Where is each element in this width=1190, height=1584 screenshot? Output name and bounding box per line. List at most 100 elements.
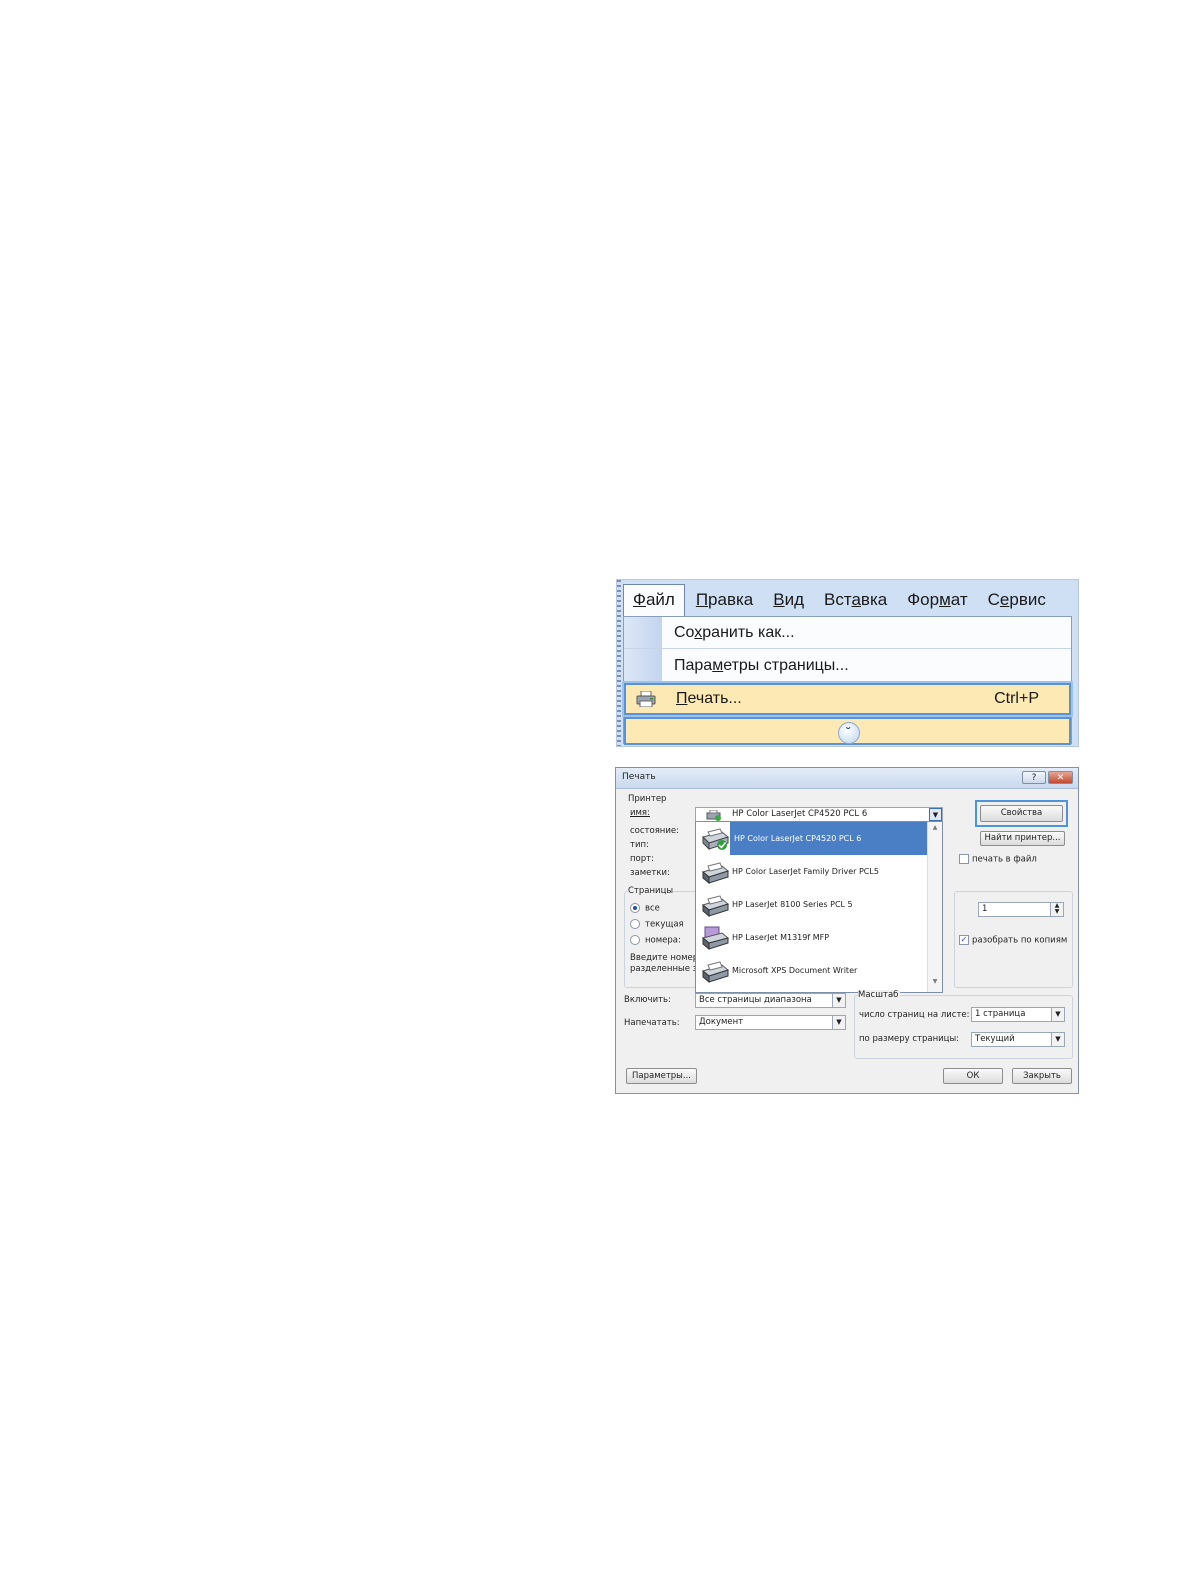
close-button[interactable]: Закрыть — [1012, 1068, 1072, 1084]
scale-to-paper-value: Текущий — [975, 1034, 1015, 1044]
printer-option[interactable]: HP LaserJet M1319f MFP — [696, 921, 928, 954]
include-select[interactable]: Все страницы диапазона ▼ — [695, 993, 846, 1008]
ok-button-label: ОК — [966, 1071, 980, 1081]
print-dialog: Печать ? ✕ Принтер имя: состояние: тип: … — [615, 767, 1079, 1094]
chevron-down-icon[interactable]: ▼ — [1051, 1008, 1064, 1021]
properties-button-label: Свойства — [1000, 808, 1043, 818]
printer-option[interactable]: HP Color LaserJet Family Driver PCL5 — [696, 855, 928, 888]
menu-item-save-as-label: Сохранить как... — [674, 623, 795, 641]
printer-option-label: HP Color LaserJet Family Driver PCL5 — [732, 867, 879, 876]
properties-button[interactable]: Свойства — [980, 805, 1063, 822]
print-to-file-checkbox[interactable]: печать в файл — [959, 854, 1037, 865]
menubar-item-1[interactable]: Правка — [687, 585, 762, 616]
include-value: Все страницы диапазона — [699, 995, 812, 1005]
pages-current-radio[interactable]: текущая — [630, 919, 684, 930]
file-menu-dropdown: Сохранить как... Параметры страницы... П… — [623, 616, 1072, 745]
radio-selected-icon[interactable] — [630, 903, 640, 913]
chevron-down-icon[interactable]: ▼ — [929, 808, 942, 821]
scroll-down-icon[interactable]: ▼ — [928, 978, 942, 990]
collate-label: разобрать по копиям — [972, 935, 1068, 946]
pages-all-radio[interactable]: все — [630, 903, 660, 914]
printer-name-label: имя: — [630, 808, 650, 818]
print-what-label: Напечатать: — [624, 1018, 680, 1028]
menu-item-page-setup-label: Параметры страницы... — [674, 656, 849, 674]
pages-hint-line-1: Введите номер — [630, 953, 699, 963]
collate-checkbox[interactable]: ✓ разобрать по копиям — [959, 935, 1067, 946]
options-button-label: Параметры... — [631, 1071, 691, 1081]
scale-to-paper-select[interactable]: Текущий ▼ — [971, 1032, 1065, 1047]
help-button[interactable]: ? — [1022, 771, 1046, 784]
printer-icon — [701, 895, 730, 917]
options-button[interactable]: Параметры... — [626, 1068, 697, 1084]
print-what-value: Документ — [699, 1017, 744, 1027]
printer-option[interactable]: Microsoft XPS Document Writer — [696, 954, 928, 987]
find-printer-button-label: Найти принтер... — [984, 833, 1061, 843]
copies-value: 1 — [982, 904, 988, 914]
printer-group-label: Принтер — [628, 794, 667, 804]
menubar-item-2[interactable]: Вид — [764, 585, 813, 616]
printer-dropdown-list[interactable]: HP Color LaserJet CP4520 PCL 6 HP Color … — [695, 821, 943, 993]
spinner-arrows-icon[interactable]: ▲ ▼ — [1050, 903, 1063, 916]
menubar-item-3[interactable]: Вставка — [815, 585, 896, 616]
find-printer-button[interactable]: Найти принтер... — [980, 831, 1065, 846]
chevron-down-icon[interactable]: ˘ — [837, 722, 860, 744]
printer-default-icon — [706, 810, 721, 821]
chevron-down-icon[interactable]: ▼ — [1051, 1033, 1064, 1046]
print-to-file-box[interactable] — [959, 854, 969, 864]
collate-check-icon[interactable]: ✓ — [959, 935, 969, 945]
menu-item-expand[interactable]: ˘ — [624, 717, 1071, 745]
scroll-up-icon[interactable]: ▲ — [928, 824, 942, 836]
printer-status-label: состояние: — [630, 826, 679, 836]
chevron-down-icon[interactable]: ▼ — [832, 994, 845, 1007]
word-file-menu-screenshot: Файл Правка Вид Вставка Формат Сервис Сохрани… — [616, 579, 1079, 747]
printer-name-value: HP Color LaserJet CP4520 PCL 6 — [732, 809, 868, 819]
pages-per-sheet-select[interactable]: 1 страница ▼ — [971, 1007, 1065, 1022]
printer-icon — [701, 961, 730, 983]
scale-to-paper-label: по размеру страницы: — [859, 1034, 960, 1044]
printer-option-label: Microsoft XPS Document Writer — [732, 966, 858, 975]
pages-numbers-radio[interactable]: номера: — [630, 935, 681, 946]
ok-button[interactable]: ОК — [943, 1068, 1003, 1084]
dialog-title: Печать — [622, 772, 656, 782]
printer-option-label: HP Color LaserJet CP4520 PCL 6 — [730, 822, 927, 855]
menu-item-save-as[interactable]: Сохранить как... — [624, 617, 1071, 649]
printer-name-select[interactable]: HP Color LaserJet CP4520 PCL 6 ▼ — [695, 807, 943, 822]
print-to-file-label: печать в файл — [972, 854, 1037, 865]
print-what-select[interactable]: Документ ▼ — [695, 1015, 846, 1030]
printer-option[interactable]: HP LaserJet 8100 Series PCL 5 — [696, 888, 928, 921]
close-window-button[interactable]: ✕ — [1048, 771, 1073, 784]
printer-port-label: порт: — [630, 854, 654, 864]
copies-spinner[interactable]: 1 ▲ ▼ — [978, 902, 1064, 917]
printer-icon — [701, 862, 730, 884]
printer-default-icon — [702, 828, 730, 851]
help-icon: ? — [1031, 773, 1037, 783]
chevron-down-icon[interactable]: ▼ — [832, 1016, 845, 1029]
menubar-item-4[interactable]: Формат — [898, 585, 976, 616]
radio-icon[interactable] — [630, 935, 640, 945]
pages-hint-line-2: разделенные з — [630, 964, 698, 974]
menu-item-page-setup[interactable]: Параметры страницы... — [624, 650, 1071, 682]
menubar-item-0[interactable]: Файл — [623, 583, 685, 617]
scale-group-frame — [854, 995, 1073, 1059]
printer-list-scrollbar[interactable]: ▲ ▼ — [927, 822, 942, 992]
pages-all-label: все — [645, 903, 660, 914]
menu-bar: Файл Правка Вид Вставка Формат Сервис — [623, 583, 1057, 617]
scale-group-label: Масштаб — [858, 990, 901, 1000]
pages-numbers-label: номера: — [645, 935, 681, 946]
menubar-item-5[interactable]: Сервис — [979, 585, 1055, 616]
printer-option-label: HP LaserJet M1319f MFP — [732, 933, 830, 942]
radio-icon[interactable] — [630, 919, 640, 929]
pages-per-sheet-value: 1 страница — [975, 1009, 1026, 1019]
printer-notes-label: заметки: — [630, 868, 670, 878]
pages-group-label: Страницы — [628, 886, 674, 896]
toolbar-grip[interactable] — [617, 580, 621, 746]
menu-item-print-label: Печать... — [676, 690, 742, 707]
printer-option-label: HP LaserJet 8100 Series PCL 5 — [732, 900, 853, 909]
pages-per-sheet-label: число страниц на листе: — [859, 1010, 970, 1020]
close-icon: ✕ — [1056, 773, 1065, 783]
printer-icon — [636, 691, 656, 707]
dialog-titlebar[interactable]: Печать ? ✕ — [616, 768, 1078, 789]
printer-option[interactable]: HP Color LaserJet CP4520 PCL 6 — [696, 822, 928, 855]
menu-item-print[interactable]: Печать... Ctrl+P — [624, 683, 1071, 715]
pages-current-label: текущая — [645, 919, 684, 930]
